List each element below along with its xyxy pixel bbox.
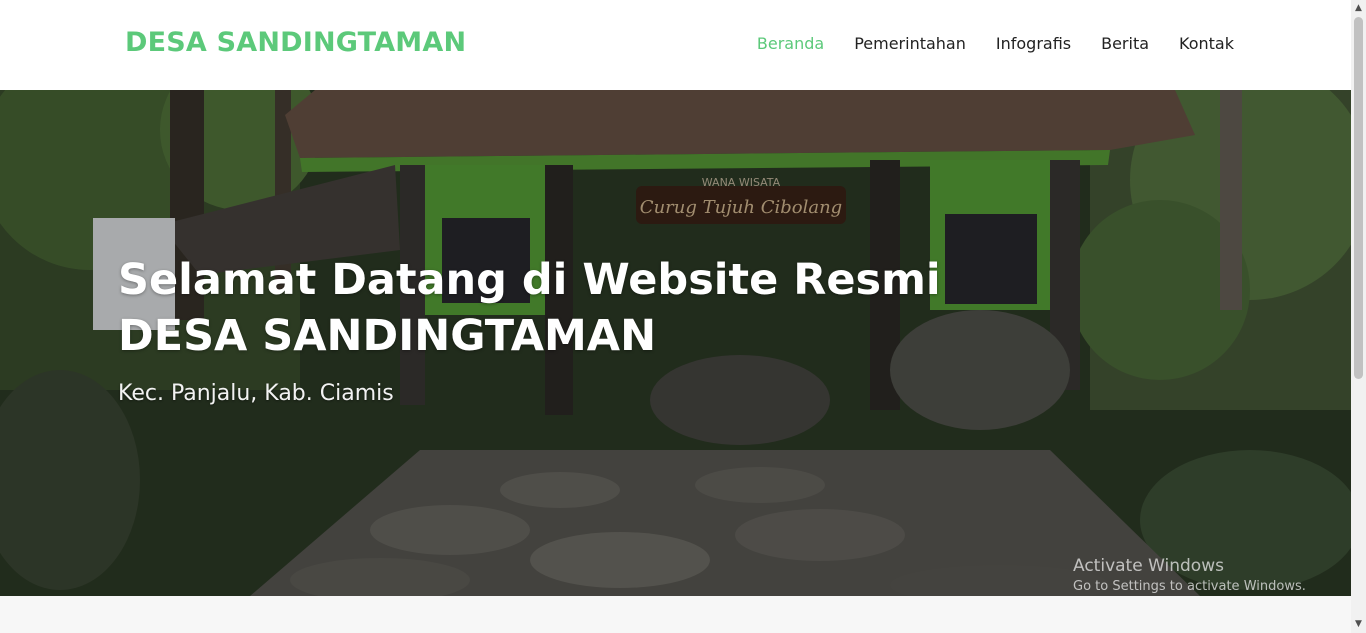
nav-link-beranda[interactable]: Beranda	[757, 34, 824, 53]
navbar: DESA SANDINGTAMAN Beranda Pemerintahan I…	[0, 0, 1351, 90]
watermark-subtitle: Go to Settings to activate Windows.	[1073, 579, 1306, 594]
nav-link-kontak[interactable]: Kontak	[1179, 34, 1234, 53]
nav-menu: Beranda Pemerintahan Infografis Berita K…	[727, 34, 1234, 53]
scroll-down-arrow-icon[interactable]: ▼	[1351, 616, 1366, 633]
brand-logo-link[interactable]: DESA SANDINGTAMAN	[125, 27, 466, 58]
nav-link-pemerintahan[interactable]: Pemerintahan	[854, 34, 966, 53]
hero-subtitle: Kec. Panjalu, Kab. Ciamis	[118, 381, 394, 406]
hero-title-line-2: DESA SANDINGTAMAN	[118, 311, 657, 361]
watermark-title: Activate Windows	[1073, 556, 1224, 576]
nav-link-berita[interactable]: Berita	[1101, 34, 1149, 53]
hero-title-line-1: Selamat Datang di Website Resmi	[118, 255, 941, 305]
vertical-scrollbar[interactable]: ▲ ▼	[1351, 0, 1366, 633]
content-section-top	[0, 596, 1351, 633]
scrollbar-thumb[interactable]	[1354, 17, 1363, 379]
activate-windows-watermark: Activate Windows Go to Settings to activ…	[1073, 556, 1306, 594]
scroll-up-arrow-icon[interactable]: ▲	[1351, 0, 1366, 17]
hero-section: Curug Tujuh Cibolang WANA WISATA Selamat…	[0, 90, 1351, 596]
nav-link-infografis[interactable]: Infografis	[996, 34, 1071, 53]
hero-title: Selamat Datang di Website Resmi DESA SAN…	[118, 252, 1018, 364]
